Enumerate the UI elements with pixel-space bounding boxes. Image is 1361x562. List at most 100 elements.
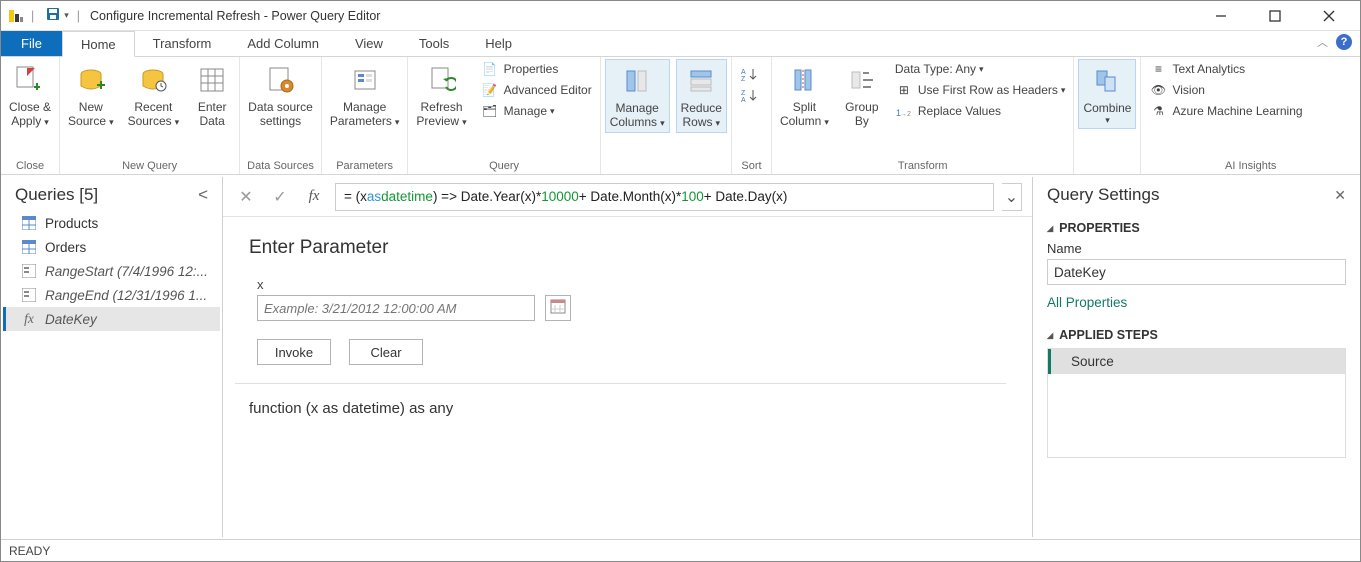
parameter-input[interactable]: [257, 295, 535, 321]
replace-values-icon: 1→2: [895, 104, 913, 120]
manage-columns-button[interactable]: Manage Columns: [605, 59, 670, 133]
query-label: RangeEnd (12/31/1996 1...: [45, 288, 207, 303]
query-name-input[interactable]: [1047, 259, 1346, 285]
properties-button[interactable]: 📄Properties: [477, 61, 596, 79]
split-column-icon: [785, 61, 823, 99]
manage-columns-icon: [618, 62, 656, 100]
combine-button[interactable]: Combine▾: [1078, 59, 1136, 129]
window-title: Configure Incremental Refresh - Power Qu…: [90, 9, 380, 23]
applied-steps-header[interactable]: APPLIED STEPS: [1047, 328, 1346, 342]
group-by-button[interactable]: Group By: [839, 59, 885, 131]
tab-transform[interactable]: Transform: [135, 31, 230, 56]
azure-ml-button[interactable]: ⚗Azure Machine Learning: [1145, 103, 1306, 121]
clear-button[interactable]: Clear: [349, 339, 423, 365]
combine-icon: [1088, 62, 1126, 100]
close-apply-button[interactable]: Close & Apply: [5, 59, 55, 131]
name-label: Name: [1047, 241, 1346, 256]
query-item-rangestart[interactable]: RangeStart (7/4/1996 12:...: [3, 259, 220, 283]
tab-help[interactable]: Help: [467, 31, 530, 56]
formula-bar: ✕ ✓ fx = (x as datetime) => Date.Year(x)…: [223, 177, 1032, 217]
tab-home[interactable]: Home: [62, 31, 135, 57]
table-icon: [21, 239, 37, 255]
group-label-close: Close: [5, 160, 55, 174]
svg-text:A: A: [741, 97, 746, 102]
date-picker-button[interactable]: [545, 295, 571, 321]
status-text: READY: [9, 544, 50, 558]
maximize-button[interactable]: [1260, 5, 1290, 27]
sort-asc-icon: AZ: [740, 66, 758, 82]
tab-tools[interactable]: Tools: [401, 31, 467, 56]
query-item-datekey[interactable]: fx DateKey: [3, 307, 220, 331]
help-icon[interactable]: ?: [1336, 34, 1352, 50]
properties-icon: 📄: [481, 62, 499, 78]
function-icon: fx: [21, 311, 37, 327]
tab-add-column[interactable]: Add Column: [229, 31, 337, 56]
tab-view[interactable]: View: [337, 31, 401, 56]
azure-ml-icon: ⚗: [1149, 104, 1167, 120]
group-label-data-sources: Data Sources: [244, 160, 317, 174]
query-item-rangeend[interactable]: RangeEnd (12/31/1996 1...: [3, 283, 220, 307]
data-source-settings-button[interactable]: Data source settings: [244, 59, 317, 131]
data-type-button[interactable]: Data Type: Any: [891, 61, 1070, 79]
close-window-button[interactable]: [1314, 5, 1344, 27]
save-icon[interactable]: [46, 7, 60, 24]
data-source-settings-icon: [262, 61, 300, 99]
all-properties-link[interactable]: All Properties: [1047, 295, 1346, 310]
collapse-ribbon-icon[interactable]: ︿: [1317, 34, 1328, 50]
minimize-button[interactable]: [1206, 5, 1236, 27]
vision-icon: 👁: [1149, 83, 1167, 99]
manage-parameters-button[interactable]: Manage Parameters: [326, 59, 404, 131]
refresh-icon: [423, 61, 461, 99]
formula-expand-icon[interactable]: ⌄: [1002, 183, 1022, 211]
close-apply-icon: [11, 61, 49, 99]
center-panel: ✕ ✓ fx = (x as datetime) => Date.Year(x)…: [223, 177, 1032, 537]
titlebar: | ▾ | Configure Incremental Refresh - Po…: [1, 1, 1360, 31]
new-source-button[interactable]: New Source: [64, 59, 118, 131]
manage-parameters-icon: [346, 61, 384, 99]
refresh-preview-button[interactable]: Refresh Preview: [412, 59, 470, 131]
tab-file[interactable]: File: [1, 31, 62, 56]
headers-icon: ⊞: [895, 83, 913, 99]
recent-sources-button[interactable]: Recent Sources: [124, 59, 184, 131]
calendar-icon: [550, 298, 566, 319]
new-source-icon: [72, 61, 110, 99]
quick-access-dropdown-icon[interactable]: ▾: [64, 10, 69, 21]
replace-values-button[interactable]: 1→2Replace Values: [891, 103, 1070, 121]
manage-button[interactable]: 🗂Manage: [477, 103, 596, 121]
enter-parameter-title: Enter Parameter: [249, 237, 1006, 259]
query-item-orders[interactable]: Orders: [3, 235, 220, 259]
group-label-sort: Sort: [736, 160, 767, 174]
query-item-products[interactable]: Products: [3, 211, 220, 235]
settings-title: Query Settings: [1047, 185, 1159, 205]
adv-editor-icon: 📝: [481, 83, 499, 99]
app-icon: [7, 8, 23, 24]
sort-desc-button[interactable]: ZA: [736, 86, 767, 104]
group-label-parameters: Parameters: [326, 160, 404, 174]
enter-parameter-panel: Enter Parameter x Invoke Clear function …: [223, 217, 1032, 437]
formula-fx-icon[interactable]: fx: [301, 184, 327, 210]
formula-input[interactable]: = (x as datetime) => Date.Year(x)*10000 …: [335, 183, 994, 211]
parameter-label: x: [257, 277, 1006, 292]
formula-cancel-icon[interactable]: ✕: [233, 184, 259, 210]
reduce-rows-button[interactable]: Reduce Rows: [676, 59, 727, 133]
step-source[interactable]: Source: [1048, 349, 1345, 374]
settings-close-icon[interactable]: ✕: [1334, 187, 1346, 204]
advanced-editor-button[interactable]: 📝Advanced Editor: [477, 82, 596, 100]
sort-asc-button[interactable]: AZ: [736, 65, 767, 83]
text-analytics-icon: ≡: [1149, 62, 1167, 78]
status-bar: READY: [1, 539, 1360, 561]
text-analytics-button[interactable]: ≡Text Analytics: [1145, 61, 1306, 79]
svg-text:A: A: [741, 69, 746, 76]
invoke-button[interactable]: Invoke: [257, 339, 331, 365]
split-column-button[interactable]: Split Column: [776, 59, 833, 131]
formula-accept-icon[interactable]: ✓: [267, 184, 293, 210]
query-label: Products: [45, 216, 98, 231]
reduce-rows-icon: [682, 62, 720, 100]
queries-collapse-icon[interactable]: <: [198, 185, 208, 205]
query-label: Orders: [45, 240, 86, 255]
enter-data-button[interactable]: Enter Data: [189, 59, 235, 131]
vision-button[interactable]: 👁Vision: [1145, 82, 1306, 100]
first-row-headers-button[interactable]: ⊞Use First Row as Headers: [891, 82, 1070, 100]
parameter-icon: [21, 263, 37, 279]
properties-section-header[interactable]: PROPERTIES: [1047, 221, 1346, 235]
